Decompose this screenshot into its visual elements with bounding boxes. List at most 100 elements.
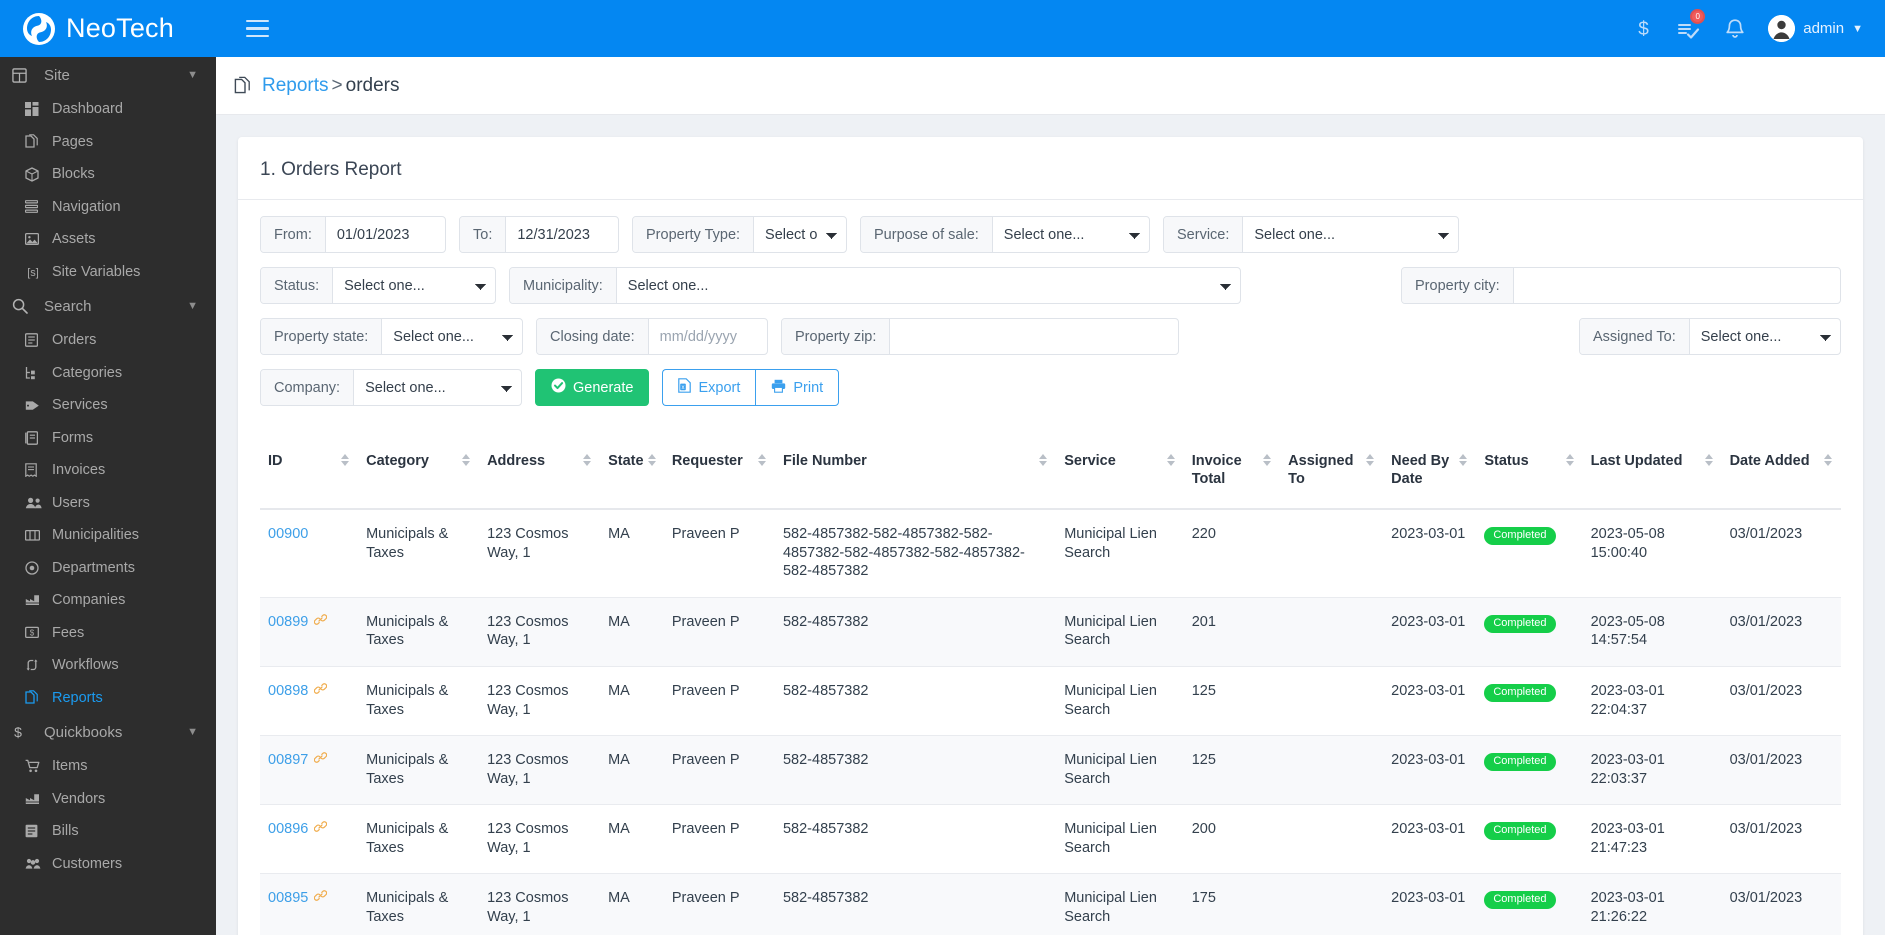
sidebar-item-companies[interactable]: Companies [0,584,216,617]
property-state-select[interactable]: Select one... [382,319,522,354]
sidebar-group-quickbooks[interactable]: $ Quickbooks ▼ [0,714,216,750]
property-zip-input[interactable] [890,319,1178,354]
sort-toggle-icon[interactable] [1263,454,1272,466]
sidebar-item-blocks[interactable]: Blocks [0,158,216,191]
sidebar-item-bills[interactable]: Bills [0,815,216,848]
sidebar-item-municipalities[interactable]: Municipalities [0,519,216,552]
sidebar-item-label: Navigation [52,198,121,215]
sidebar-item-workflows[interactable]: Workflows [0,649,216,682]
order-id-link[interactable]: 00895 [268,890,308,906]
cell-need-by-date: 2023-03-01 [1383,804,1477,875]
breadcrumb-link-reports[interactable]: Reports [262,75,329,96]
company-select[interactable]: Select one... [354,370,521,405]
generate-button[interactable]: Generate [535,369,650,406]
link-icon[interactable] [314,614,328,629]
sort-toggle-icon[interactable] [1565,454,1575,466]
sort-toggle-icon[interactable] [1039,454,1048,466]
brand-logo-area[interactable]: NeoTech [0,0,216,57]
sort-toggle-icon[interactable] [1704,454,1714,466]
sort-toggle-icon[interactable] [757,454,767,466]
bell-icon[interactable] [1712,0,1758,57]
billing-icon[interactable]: $ [1620,0,1666,57]
sort-toggle-icon[interactable] [647,454,657,466]
column-header-file-number[interactable]: File Number [774,438,1057,511]
hamburger-menu-icon[interactable] [234,0,280,57]
table-row[interactable]: 00896 Municipals & Taxes 123 Cosmos Way, 1… [260,804,1841,875]
status-badge: Completed [1484,683,1556,702]
print-button[interactable]: Print [755,369,840,406]
column-header-invoice-total[interactable]: Invoice Total [1183,438,1281,511]
sort-toggle-icon[interactable] [341,454,350,466]
column-header-category[interactable]: Category [358,438,480,511]
column-header-id[interactable]: ID [260,438,359,511]
sidebar-group-search[interactable]: Search ▼ [0,288,216,324]
link-icon[interactable] [314,683,328,698]
sidebar-item-customers[interactable]: Customers [0,848,216,881]
column-header-requester[interactable]: Requester [663,438,775,511]
service-select[interactable]: Select one... [1243,217,1458,252]
sidebar-group-label: Quickbooks [44,723,123,741]
sidebar-item-vendors[interactable]: Vendors [0,783,216,816]
printer-icon [771,379,786,397]
order-id-link[interactable]: 00896 [268,821,308,837]
sidebar-item-assets[interactable]: Assets [0,223,216,256]
to-date-input[interactable] [506,217,618,252]
categories-icon [25,366,49,380]
sort-toggle-icon[interactable] [1459,454,1468,466]
sidebar-item-pages[interactable]: Pages [0,126,216,159]
order-id-link[interactable]: 00897 [268,752,308,768]
sidebar-item-navigation[interactable]: Navigation [0,191,216,224]
column-header-state[interactable]: State [600,438,664,511]
tasks-icon[interactable]: 0 [1666,0,1712,57]
table-row[interactable]: 00897 Municipals & Taxes 123 Cosmos Way, 1… [260,735,1841,806]
table-row[interactable]: 00900 Municipals & Taxes 123 Cosmos Way, 1… [260,509,1841,598]
link-icon[interactable] [314,752,328,767]
link-icon[interactable] [314,890,328,905]
column-header-service[interactable]: Service [1056,438,1184,511]
sidebar-item-orders[interactable]: Orders [0,324,216,357]
status-select[interactable]: Select one... [333,268,495,303]
table-row[interactable]: 00898 Municipals & Taxes 123 Cosmos Way, 1… [260,666,1841,737]
column-header-assigned-to[interactable]: Assigned To [1280,438,1384,511]
breadcrumb-text: Reports > orders [262,75,400,97]
purpose-of-sale-select[interactable]: Select one... [992,217,1149,252]
order-id-link[interactable]: 00898 [268,683,308,699]
column-header-date-added[interactable]: Date Added [1721,438,1841,511]
assigned-to-select[interactable]: Select one... [1689,319,1840,354]
sidebar-item-reports[interactable]: Reports [0,682,216,715]
sidebar-group-site[interactable]: Site ▼ [0,57,216,93]
column-header-status[interactable]: Status [1476,438,1583,511]
closing-date-input[interactable] [648,319,767,354]
sidebar-item-invoices[interactable]: Invoices [0,454,216,487]
property-city-input[interactable] [1513,268,1840,303]
link-icon[interactable] [314,821,328,836]
sidebar-item-label: Workflows [52,657,119,674]
sidebar-item-fees[interactable]: $ Fees [0,617,216,650]
sidebar-item-items[interactable]: Items [0,750,216,783]
filter-from-label: From: [261,217,326,252]
property-type-select[interactable]: Select one... [754,217,846,252]
sidebar-item-dashboard[interactable]: Dashboard [0,93,216,126]
sort-toggle-icon[interactable] [1166,454,1176,466]
column-header-address[interactable]: Address [479,438,601,511]
table-row[interactable]: 00899 Municipals & Taxes 123 Cosmos Way, 1… [260,597,1841,667]
from-date-input[interactable] [325,217,445,252]
sort-toggle-icon[interactable] [462,454,471,466]
sort-toggle-icon[interactable] [1366,454,1375,466]
user-menu[interactable]: admin ▼ [1758,0,1885,57]
sidebar-item-departments[interactable]: Departments [0,552,216,585]
order-id-link[interactable]: 00900 [268,526,308,542]
sidebar-item-categories[interactable]: Categories [0,357,216,390]
export-button[interactable]: x Export [662,369,756,406]
order-id-link[interactable]: 00899 [268,614,308,630]
table-row[interactable]: 00895 Municipals & Taxes 123 Cosmos Way, 1… [260,873,1841,935]
sidebar-item-forms[interactable]: Forms [0,422,216,455]
column-header-need-by-date[interactable]: Need By Date [1383,438,1477,511]
sidebar-item-users[interactable]: Users [0,487,216,520]
column-header-last-updated[interactable]: Last Updated [1582,438,1722,511]
sort-toggle-icon[interactable] [583,454,592,466]
sort-toggle-icon[interactable] [1824,454,1833,466]
sidebar-item-services[interactable]: Services [0,389,216,422]
sidebar-item-site-variables[interactable]: [s] Site Variables [0,256,216,289]
municipality-select[interactable]: Select one... [616,268,1240,303]
